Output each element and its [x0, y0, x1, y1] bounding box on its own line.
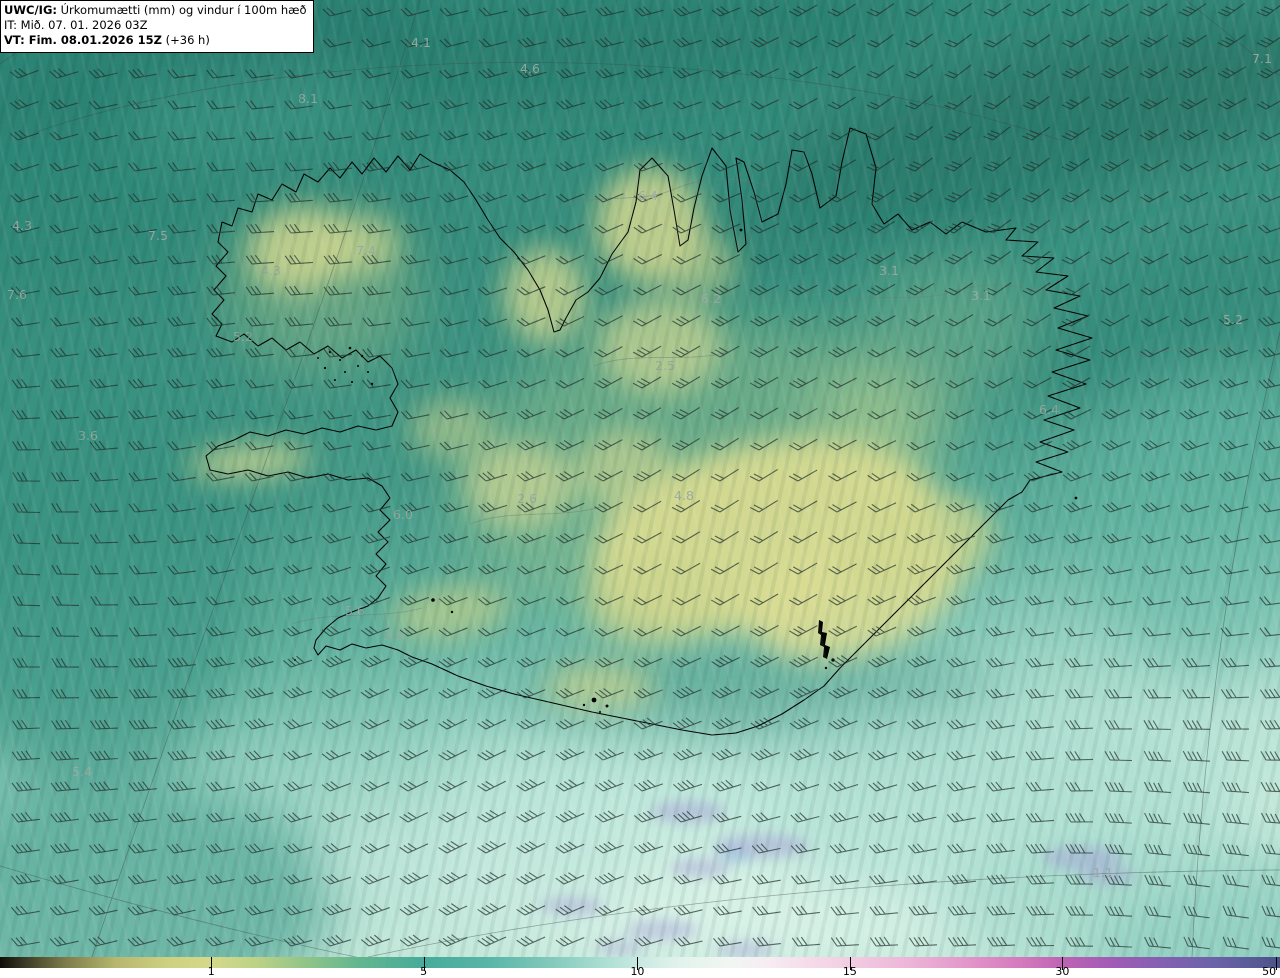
contour-label: 3.9	[383, 628, 403, 643]
valid-time: VT: Fim. 08.01.2026 15Z (+36 h)	[4, 33, 307, 48]
contour-label: 6.4	[638, 188, 658, 203]
weather-map-viewport: 4.1 4.6 8.1 7.1 4.3 7.5 7.4 4.3 7.6 5.2 6.4 6.2 3.1 3…	[0, 0, 1280, 978]
valid-time-main: VT: Fim. 08.01.2026 15Z	[4, 33, 162, 48]
map-title-text: Úrkomumætti (mm) og vindur í 100m hæð	[56, 3, 307, 17]
colorbar-tick-label: 1	[207, 965, 215, 978]
map-title-line: UWC/IG: Úrkomumætti (mm) og vindur í 100…	[4, 3, 307, 18]
colorbar-tick-label: 15	[842, 965, 857, 978]
weather-map-svg: 4.1 4.6 8.1 7.1 4.3 7.5 7.4 4.3 7.6 5.2 6.4 6.2 3.1 3…	[0, 0, 1280, 957]
colorbar: 1 5 10 15 30 50	[0, 957, 1280, 978]
contour-label: 5.6	[345, 603, 365, 618]
colorbar-tick-label: 10	[630, 965, 645, 978]
contour-label: 3.1	[879, 263, 899, 278]
map-title-box: UWC/IG: Úrkomumætti (mm) og vindur í 100…	[0, 0, 314, 53]
contour-label: 6.0	[393, 507, 413, 522]
contour-label: 7.6	[7, 287, 27, 302]
contour-label: 5.2	[1223, 312, 1243, 327]
contour-label: 2.6	[517, 491, 537, 506]
colorbar-tick-label: 30	[1055, 965, 1070, 978]
colorbar-tick-label: 50	[1262, 965, 1277, 978]
contour-label: 1.1	[1093, 865, 1113, 880]
contour-label: 4.3	[12, 218, 32, 233]
contour-label: 7.5	[148, 228, 168, 243]
contour-label: 8.1	[298, 91, 318, 106]
contour-label: 5.4	[72, 764, 92, 779]
colorbar-tick-label: 5	[420, 965, 428, 978]
contour-label: 3.6	[78, 428, 98, 443]
model-name: UWC/IG:	[4, 3, 57, 17]
contour-label: 3.1	[971, 288, 991, 303]
contour-label: 4.6	[520, 61, 540, 76]
contour-label: 5.2	[233, 329, 253, 344]
contour-label: 4.3	[261, 263, 281, 278]
contour-label: 6.2	[701, 291, 721, 306]
init-time: IT: Mið. 07. 01. 2026 03Z	[4, 18, 148, 33]
contour-label: 7.4	[356, 243, 376, 258]
contour-label: 2.5	[655, 358, 675, 373]
contour-label: 7.1	[1252, 51, 1272, 66]
colorbar-tick	[1276, 957, 1278, 970]
contour-label: 4.1	[411, 35, 431, 50]
contour-label: 4.8	[674, 488, 694, 503]
contour-label: 6.4	[1039, 402, 1059, 417]
valid-time-offset: (+36 h)	[161, 33, 210, 48]
